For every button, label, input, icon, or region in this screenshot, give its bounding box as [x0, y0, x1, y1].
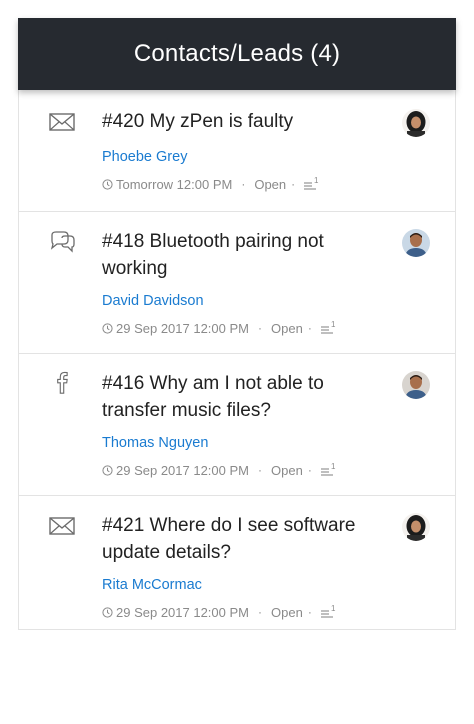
ticket-item[interactable]: #420 My zPen is faulty Phoebe Grey Tomor…: [18, 90, 456, 212]
separator-dot: ·: [291, 177, 296, 191]
ticket-item[interactable]: #416 Why am I not able to transfer music…: [18, 354, 456, 496]
clock-icon: [102, 322, 113, 334]
ticket-status: Open: [271, 604, 303, 620]
priority-list-icon: 1: [320, 320, 336, 334]
separator-dot: ·: [258, 605, 262, 619]
ticket-subject[interactable]: #418 Bluetooth pairing not working: [102, 228, 372, 282]
avatar: [402, 371, 430, 399]
ticket-item[interactable]: #421 Where do I see software update deta…: [18, 496, 456, 632]
ticket-list: #420 My zPen is faulty Phoebe Grey Tomor…: [18, 90, 456, 632]
ticket-meta: 29 Sep 2017 12:00 PM · Open · 1: [102, 604, 336, 620]
ticket-contact[interactable]: David Davidson: [102, 293, 204, 309]
avatar: [402, 229, 430, 257]
panel-title: Contacts/Leads (4): [133, 40, 341, 67]
separator-dot: ·: [241, 177, 246, 191]
ticket-due-time: 29 Sep 2017 12:00 PM: [116, 320, 249, 336]
ticket-due-time: Tomorrow 12:00 PM: [116, 176, 233, 192]
avatar: [402, 513, 430, 541]
priority-badge: 1: [331, 462, 336, 471]
male-avatar: [402, 371, 430, 399]
panel-header: Contacts/Leads (4): [18, 18, 456, 90]
female-avatar: [402, 109, 430, 137]
male-avatar: [402, 229, 430, 257]
ticket-meta: 29 Sep 2017 12:00 PM · Open · 1: [102, 320, 336, 336]
clock-icon: [102, 606, 113, 618]
ticket-status: Open: [271, 462, 303, 478]
priority-badge: 1: [331, 320, 336, 329]
separator-dot: ·: [307, 605, 312, 619]
separator-dot: ·: [307, 321, 312, 335]
ticket-subject[interactable]: #416 Why am I not able to transfer music…: [102, 370, 372, 424]
envelope-icon: [49, 113, 75, 131]
priority-list-icon: 1: [320, 462, 336, 476]
ticket-due-time: 29 Sep 2017 12:00 PM: [116, 604, 249, 620]
ticket-subject[interactable]: #421 Where do I see software update deta…: [102, 512, 372, 566]
priority-badge: 1: [331, 604, 336, 613]
facebook-icon: [57, 371, 68, 394]
ticket-status: Open: [271, 320, 303, 336]
clock-icon: [102, 178, 113, 190]
ticket-contact[interactable]: Thomas Nguyen: [102, 435, 208, 451]
priority-badge: 1: [314, 176, 319, 185]
ticket-meta: 29 Sep 2017 12:00 PM · Open · 1: [102, 462, 336, 478]
avatar: [402, 109, 430, 137]
priority-list-icon: 1: [320, 604, 336, 618]
ticket-contact[interactable]: Rita McCormac: [102, 577, 202, 593]
priority-list-icon: 1: [304, 176, 319, 190]
chat-bubbles-icon: [50, 231, 75, 253]
ticket-due-time: 29 Sep 2017 12:00 PM: [116, 462, 249, 478]
envelope-icon: [49, 517, 75, 535]
ticket-meta: Tomorrow 12:00 PM · Open · 1: [102, 176, 319, 192]
separator-dot: ·: [258, 321, 262, 335]
ticket-item[interactable]: #418 Bluetooth pairing not working David…: [18, 212, 456, 354]
ticket-status: Open: [254, 176, 287, 192]
separator-dot: ·: [307, 463, 312, 477]
ticket-contact[interactable]: Phoebe Grey: [102, 149, 187, 165]
female-avatar: [402, 513, 430, 541]
ticket-subject[interactable]: #420 My zPen is faulty: [102, 108, 372, 135]
clock-icon: [102, 464, 113, 476]
separator-dot: ·: [258, 463, 262, 477]
